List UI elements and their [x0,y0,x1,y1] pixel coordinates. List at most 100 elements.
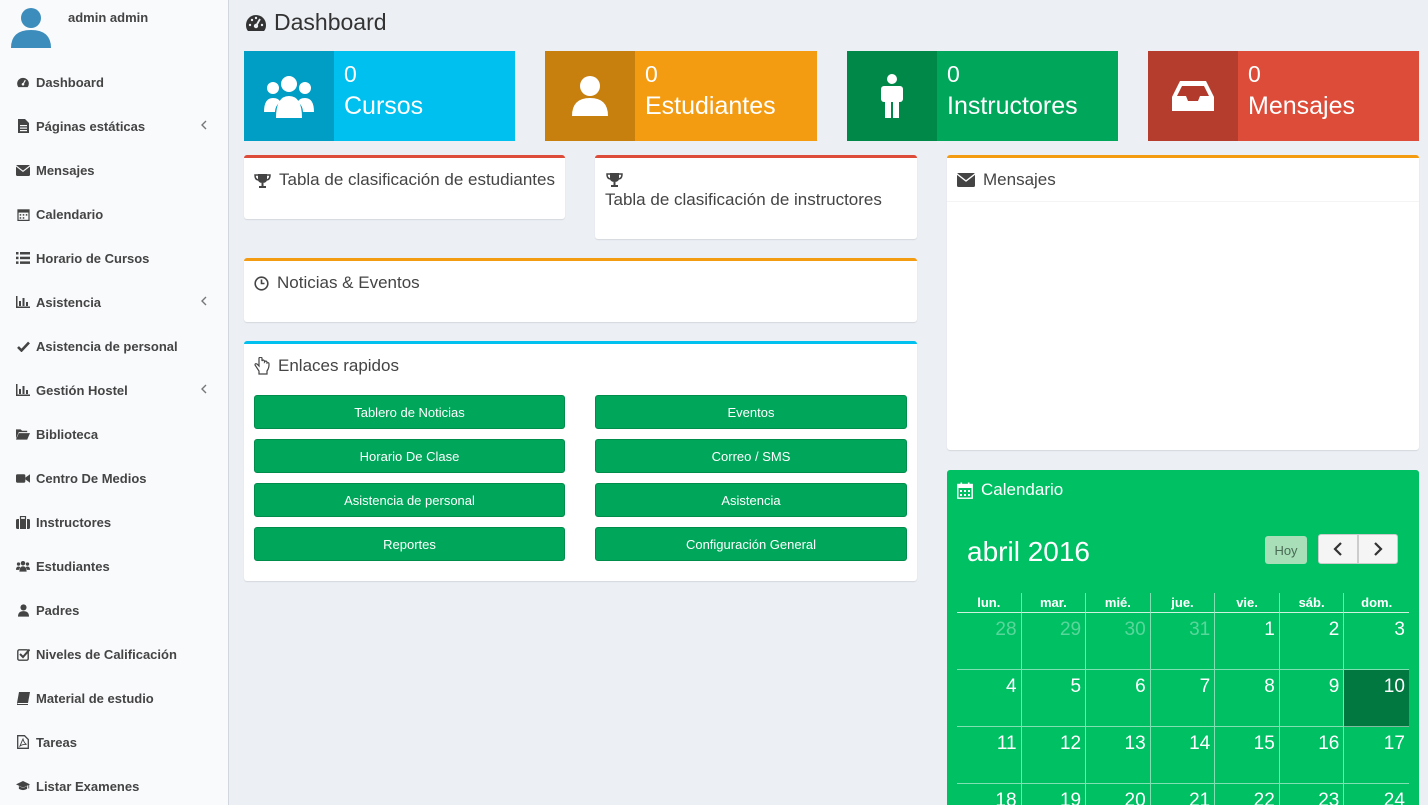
calendar-day[interactable]: 3 [1344,613,1409,670]
quick-link-button[interactable]: Correo / SMS [595,439,907,473]
sidebar-item-label: Tareas [36,734,77,750]
calendar-day[interactable]: 20 [1086,784,1151,805]
sidebar-item-asistencia[interactable]: Asistencia [0,280,228,324]
sidebar-item-material-de-estudio[interactable]: Material de estudio [0,676,228,720]
info-box-label: Mensajes [1248,92,1355,120]
sidebar-menu: Dashboard Páginas estáticas Mensajes Calend… [0,60,228,805]
sidebar-item-gestion-hostel[interactable]: Gestión Hostel [0,368,228,412]
calendar-day[interactable]: 21 [1151,784,1216,805]
sidebar-item-label: Calendario [36,206,104,222]
quick-link-button[interactable]: Reportes [254,527,565,561]
quick-link-button[interactable]: Asistencia [595,483,907,517]
info-box-estudiantes[interactable]: 0 Estudiantes [545,51,817,141]
quick-link-button[interactable]: Asistencia de personal [254,483,565,517]
calendar-day[interactable]: 15 [1215,727,1280,784]
sidebar-item-label: Asistencia [36,294,102,310]
page-title-text: Dashboard [274,9,387,35]
sidebar-item-paginas-estaticas[interactable]: Páginas estáticas [0,104,228,148]
calendar-day[interactable]: 16 [1279,727,1345,784]
sidebar-item-centro-de-medios[interactable]: Centro De Medios [0,456,228,500]
calendar-day[interactable]: 4 [957,670,1022,727]
info-box-instructores[interactable]: 0 Instructores [847,51,1118,141]
calendar-day[interactable]: 6 [1086,670,1151,727]
info-box-icon [847,51,937,141]
sidebar-item-calendario[interactable]: Calendario [0,192,228,236]
sidebar-item-label: Listar Examenes [36,778,140,794]
calendar-day[interactable]: 24 [1344,784,1409,805]
check-icon [16,339,30,353]
sidebar-item-listar-examenes[interactable]: Listar Examenes [0,764,228,805]
calendar-day[interactable]: 18 [957,784,1022,805]
info-box-label: Instructores [947,92,1078,120]
sidebar-item-horario-de-cursos[interactable]: Horario de Cursos [0,236,228,280]
calendar-day[interactable]: 14 [1150,727,1216,784]
sidebar-item-asistencia-de-personal[interactable]: Asistencia de personal [0,324,228,368]
calendar-day[interactable]: 28 [957,613,1022,670]
info-box-mensajes[interactable]: 0 Mensajes [1148,51,1419,141]
calendar-day-today[interactable]: 10 [1344,670,1409,727]
dashboard-icon [246,14,266,31]
user-panel: admin admin [0,0,228,58]
video-camera-icon [16,471,30,485]
students-leaderboard-box: Tabla de clasificación de estudiantes [244,155,565,219]
calendar-day-of-week: vie. [1215,593,1280,613]
prev-month-button[interactable] [1318,534,1358,564]
sidebar-item-label: Gestión Hostel [36,382,128,398]
sidebar-item-mensajes[interactable]: Mensajes [0,148,228,192]
calendar-week-row: 18 19 20 21 22 23 24 [957,784,1409,805]
calendar-day[interactable]: 17 [1344,727,1409,784]
sidebar-item-tareas[interactable]: Tareas [0,720,228,764]
page-title: Dashboard [244,9,387,36]
calendar-header: Calendario [957,480,1063,500]
calendar-day-of-week: sáb. [1279,593,1345,613]
chevron-left-icon [198,295,210,307]
news-events-box: Noticias & Eventos [244,258,917,322]
avatar[interactable] [11,6,51,48]
sidebar-item-dashboard[interactable]: Dashboard [0,60,228,104]
calendar-day[interactable]: 8 [1215,670,1280,727]
sidebar-item-niveles-de-calificacion[interactable]: Niveles de Calificación [0,632,228,676]
calendar-day[interactable]: 30 [1086,613,1151,670]
calendar-day[interactable]: 22 [1215,784,1280,805]
user-name: admin admin [68,10,149,25]
envelope-icon [16,163,30,177]
calendar-week-row: 4 5 6 7 8 9 10 [957,670,1409,727]
chevron-left-icon [198,383,210,395]
calendar-title: Calendario [981,480,1064,499]
sidebar-item-label: Padres [36,602,80,618]
calendar-day[interactable]: 13 [1086,727,1151,784]
calendar-day[interactable]: 19 [1022,784,1087,805]
quick-link-button[interactable]: Eventos [595,395,907,429]
sidebar-item-padres[interactable]: Padres [0,588,228,632]
calendar-day[interactable]: 29 [1021,613,1087,670]
sidebar-item-biblioteca[interactable]: Biblioteca [0,412,228,456]
sidebar-item-label: Estudiantes [36,558,110,574]
user-icon [16,603,30,617]
quick-link-button[interactable]: Configuración General [595,527,907,561]
calendar-day[interactable]: 9 [1279,670,1345,727]
info-box-cursos[interactable]: 0 Cursos [244,51,515,141]
quick-link-button[interactable]: Horario De Clase [254,439,565,473]
sidebar-item-estudiantes[interactable]: Estudiantes [0,544,228,588]
calendar-day[interactable]: 31 [1150,613,1216,670]
calendar-day[interactable]: 5 [1021,670,1087,727]
folder-open-icon [16,427,30,441]
quick-link-button[interactable]: Tablero de Noticias [254,395,565,429]
sidebar-item-label: Material de estudio [36,690,154,706]
today-button[interactable]: Hoy [1265,536,1307,564]
info-box-number: 0 [1248,61,1261,87]
calendar-day[interactable]: 7 [1150,670,1216,727]
sidebar-item-instructores[interactable]: Instructores [0,500,228,544]
calendar-day[interactable]: 12 [1021,727,1087,784]
calendar-week-row: 28 29 30 31 1 2 3 [957,613,1409,670]
list-icon [16,251,30,265]
calendar-day[interactable]: 2 [1279,613,1345,670]
box-title-text: Enlaces rapidos [278,356,399,375]
sidebar-item-label: Mensajes [36,162,95,178]
calendar-day[interactable]: 23 [1280,784,1345,805]
calendar-day[interactable]: 1 [1215,613,1280,670]
info-box-number: 0 [947,61,960,87]
instructors-leaderboard-box: Tabla de clasificación de instructores [595,155,917,239]
next-month-button[interactable] [1358,534,1398,564]
calendar-day[interactable]: 11 [957,727,1022,784]
